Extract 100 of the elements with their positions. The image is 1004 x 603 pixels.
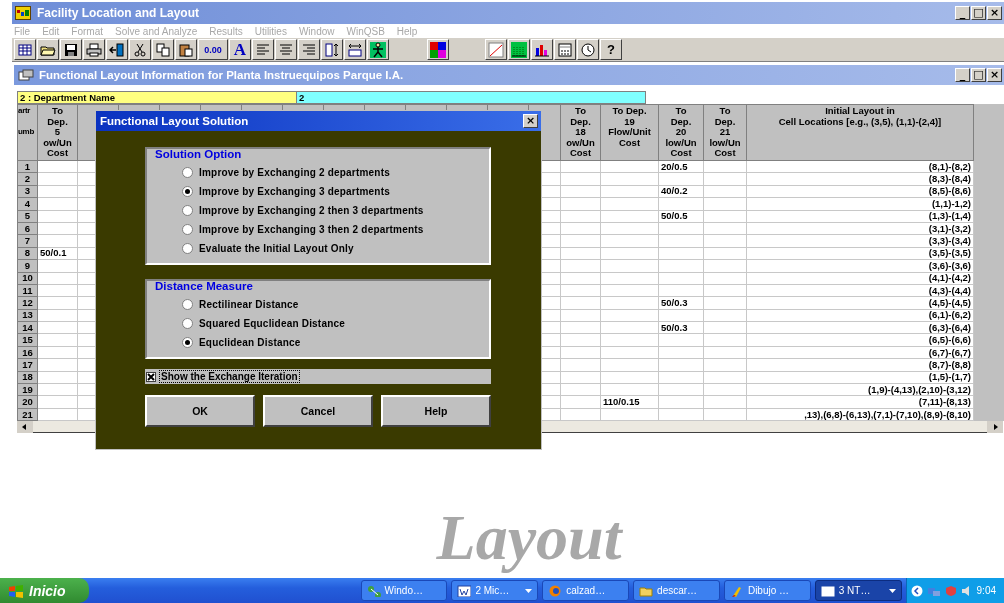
table-cell[interactable]: (8,5)-(8,6) — [746, 185, 974, 198]
dialog-button[interactable]: Help — [381, 395, 491, 427]
table-cell[interactable]: (3,3)-(3,4) — [746, 234, 974, 248]
column-width-icon — [324, 41, 340, 58]
dialog-button[interactable]: OK — [145, 395, 255, 427]
task-label: 3 NT… — [838, 585, 872, 596]
checkbox[interactable] — [146, 371, 156, 382]
toolbar-button[interactable]: 0.00 — [198, 39, 228, 60]
close-button[interactable]: × — [523, 114, 538, 128]
radio-button[interactable] — [182, 336, 193, 348]
document-icon — [18, 69, 34, 81]
checkbox-label[interactable]: Show the Exchange Iteration — [159, 370, 300, 383]
task-label: descar… — [657, 585, 699, 596]
table-cell[interactable]: (8,1)-(8,2) — [746, 160, 974, 173]
radio-button[interactable] — [182, 166, 193, 178]
table-cell[interactable]: (1,3)-(1,4) — [746, 210, 974, 223]
taskbar-button[interactable]: Dibujo … — [723, 580, 811, 601]
toolbar-button[interactable] — [298, 39, 320, 60]
table-cell[interactable]: (6,1)-(6,2) — [746, 309, 974, 322]
table-cell[interactable]: (1,9)-(4,13),(2,10)-(3,12) — [746, 383, 974, 396]
column-header: To Dep. 21 low/Un Cost — [703, 104, 747, 161]
window-icon — [820, 584, 835, 597]
toolbar-button[interactable] — [577, 39, 599, 60]
cell-value-field[interactable]: 2 — [297, 91, 646, 104]
radio-button[interactable] — [182, 317, 193, 329]
dialog-button[interactable]: Cancel — [263, 395, 373, 427]
radio-button[interactable] — [182, 185, 193, 197]
table-cell[interactable]: (1,1)-1,2) — [746, 197, 974, 211]
close-button[interactable]: × — [987, 6, 1002, 20]
toolbar-button[interactable] — [60, 39, 82, 60]
option-label[interactable]: Improve by Exchanging 2 departments — [199, 166, 390, 178]
radio-button[interactable] — [182, 242, 193, 254]
table-cell[interactable]: (4,1)-(4,2) — [746, 272, 974, 285]
document-title: Functional Layout Information for Planta Instruequipos Parque I.A. — [39, 69, 405, 81]
table-cell[interactable]: (8,3)-(8,4) — [746, 172, 974, 186]
radio-button[interactable] — [182, 204, 193, 216]
toolbar-button[interactable] — [485, 39, 507, 60]
minimize-button[interactable]: _ — [955, 6, 970, 20]
toolbar-button[interactable] — [367, 39, 389, 60]
toolbar-button[interactable] — [106, 39, 128, 60]
toolbar-button[interactable] — [321, 39, 343, 60]
table-cell[interactable]: ,13),(6,8)-(6,13),(7,1)-(7,10),(8,9)-(8,10) — [746, 408, 974, 421]
toolbar-button[interactable] — [83, 39, 105, 60]
table-cell[interactable]: 40/0.2 — [658, 185, 704, 198]
toolbar-button[interactable] — [554, 39, 576, 60]
table-cell[interactable]: 50/0.1 — [37, 247, 78, 260]
shield-icon — [944, 584, 957, 597]
close-button[interactable]: × — [987, 68, 1002, 82]
table-cell[interactable]: (6,5)-(6,6) — [746, 333, 974, 347]
toolbar-button[interactable] — [531, 39, 553, 60]
taskbar-button[interactable]: 2 Mic… — [451, 580, 539, 601]
toolbar-button[interactable] — [344, 39, 366, 60]
toolbar-button[interactable] — [175, 39, 197, 60]
toolbar-button[interactable]: A — [229, 39, 251, 60]
option-label[interactable]: Improve by Exchanging 2 then 3 departments — [199, 204, 424, 216]
column-header: To Dep. 5 ow/Un Cost — [37, 104, 78, 161]
table-cell[interactable]: (3,1)-(3,2) — [746, 222, 974, 235]
table-cell[interactable]: (1,5)-(1,7) — [746, 371, 974, 384]
option-label[interactable]: Equclidean Distance — [199, 336, 301, 348]
table-cell[interactable]: (4,3)-(4,4) — [746, 284, 974, 297]
toolbar-button[interactable] — [427, 39, 449, 60]
table-cell[interactable]: 50/0.5 — [658, 210, 704, 223]
toolbar-button[interactable] — [152, 39, 174, 60]
taskbar-button[interactable]: Windo… — [360, 580, 448, 601]
figure-icon — [370, 41, 386, 58]
minimize-button[interactable]: _ — [955, 68, 970, 82]
radio-button[interactable] — [182, 223, 193, 235]
calculator-icon — [557, 41, 573, 58]
table-cell[interactable]: 50/0.3 — [658, 296, 704, 310]
table-cell[interactable]: (6,7)-(6,7) — [746, 346, 974, 359]
toolbar-button[interactable]: ? — [600, 39, 622, 60]
taskbar-button[interactable]: calzad… — [542, 580, 630, 601]
table-cell[interactable]: 110/0.15 — [600, 395, 659, 409]
toolbar-button[interactable] — [37, 39, 59, 60]
option-label[interactable]: Evaluate the Initial Layout Only — [199, 242, 354, 254]
maximize-button[interactable]: □ — [971, 6, 986, 20]
table-cell[interactable]: 20/0.5 — [658, 160, 704, 173]
taskbar-button[interactable]: 3 NT… — [814, 580, 902, 601]
table-cell[interactable]: (3,6)-(3,6) — [746, 259, 974, 272]
option-label[interactable]: Improve by Exchanging 3 departments — [199, 185, 390, 197]
toolbar-button[interactable] — [275, 39, 297, 60]
table-cell[interactable]: (4,5)-(4,5) — [746, 296, 974, 310]
option-label[interactable]: Rectilinear Distance — [199, 298, 299, 310]
column-header: To Dep. 18 ow/Un Cost — [560, 104, 601, 161]
toolbar-button[interactable] — [252, 39, 274, 60]
taskbar-button[interactable]: descar… — [633, 580, 720, 601]
table-cell[interactable]: 50/0.3 — [658, 321, 704, 334]
table-cell[interactable]: (7,11)-(8,13) — [746, 395, 974, 409]
toolbar-button[interactable] — [14, 39, 36, 60]
toolbar-button[interactable] — [129, 39, 151, 60]
scissors-icon — [132, 41, 148, 58]
toolbar-button[interactable] — [508, 39, 530, 60]
option-label[interactable]: Squared Equclidean Distance — [199, 317, 345, 329]
option-label[interactable]: Improve by Exchanging 3 then 2 departments — [199, 223, 424, 235]
door-icon — [109, 41, 125, 58]
table-cell[interactable]: (3,5)-(3,5) — [746, 247, 974, 260]
maximize-button[interactable]: □ — [971, 68, 986, 82]
radio-button[interactable] — [182, 298, 193, 310]
table-cell[interactable]: (6,3)-(6,4) — [746, 321, 974, 334]
table-cell[interactable]: (8,7)-(8,8) — [746, 358, 974, 372]
